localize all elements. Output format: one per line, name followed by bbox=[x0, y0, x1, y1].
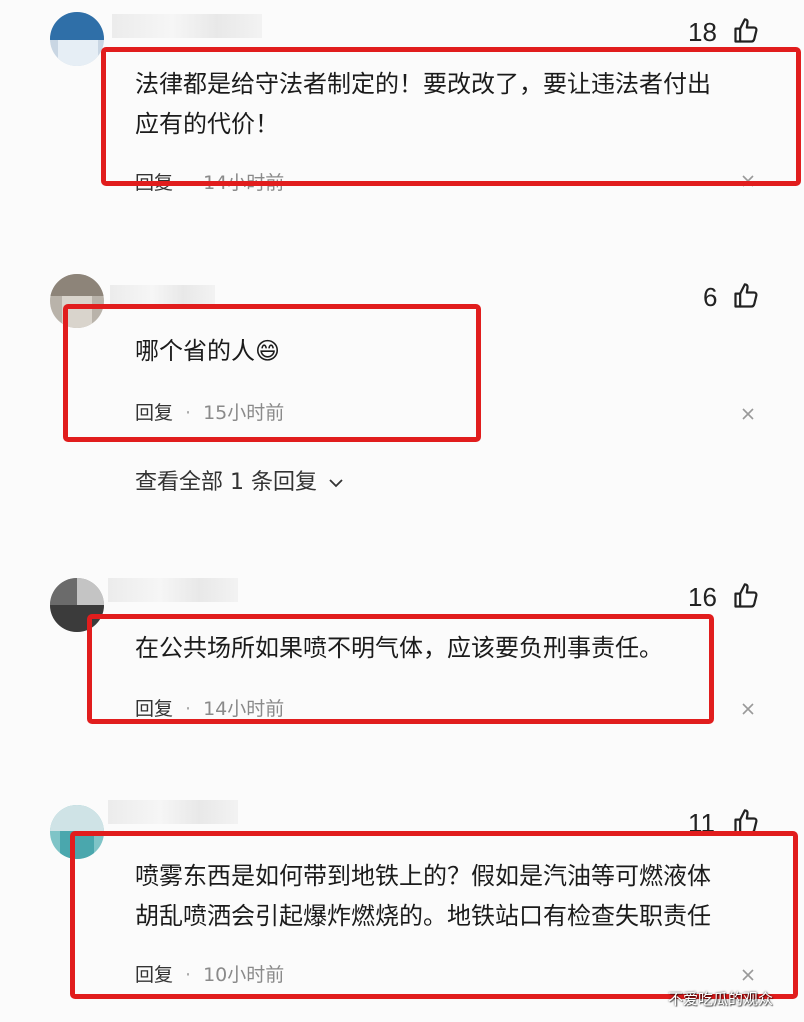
view-replies-link[interactable]: 查看全部 1 条回复 bbox=[135, 464, 344, 496]
highlight-box bbox=[101, 47, 801, 186]
username-blurred bbox=[108, 800, 238, 824]
highlight-box bbox=[63, 304, 481, 442]
close-icon[interactable] bbox=[740, 701, 756, 717]
chevron-down-icon bbox=[329, 479, 343, 488]
like-count: 18 bbox=[688, 17, 717, 47]
thumbs-up-icon[interactable] bbox=[732, 582, 760, 610]
avatar[interactable] bbox=[50, 12, 104, 66]
highlight-box bbox=[87, 614, 714, 724]
highlight-box bbox=[70, 831, 798, 999]
thumbs-up-icon[interactable] bbox=[732, 282, 760, 310]
thumbs-up-icon[interactable] bbox=[732, 17, 760, 45]
username-blurred bbox=[108, 578, 238, 602]
like-count: 16 bbox=[688, 582, 717, 612]
watermark: 不爱吃瓜的观众 bbox=[668, 990, 774, 1008]
close-icon[interactable] bbox=[740, 406, 756, 422]
like-count: 6 bbox=[703, 282, 718, 312]
username-blurred bbox=[112, 14, 262, 38]
view-replies-label: 查看全部 1 条回复 bbox=[135, 470, 317, 495]
